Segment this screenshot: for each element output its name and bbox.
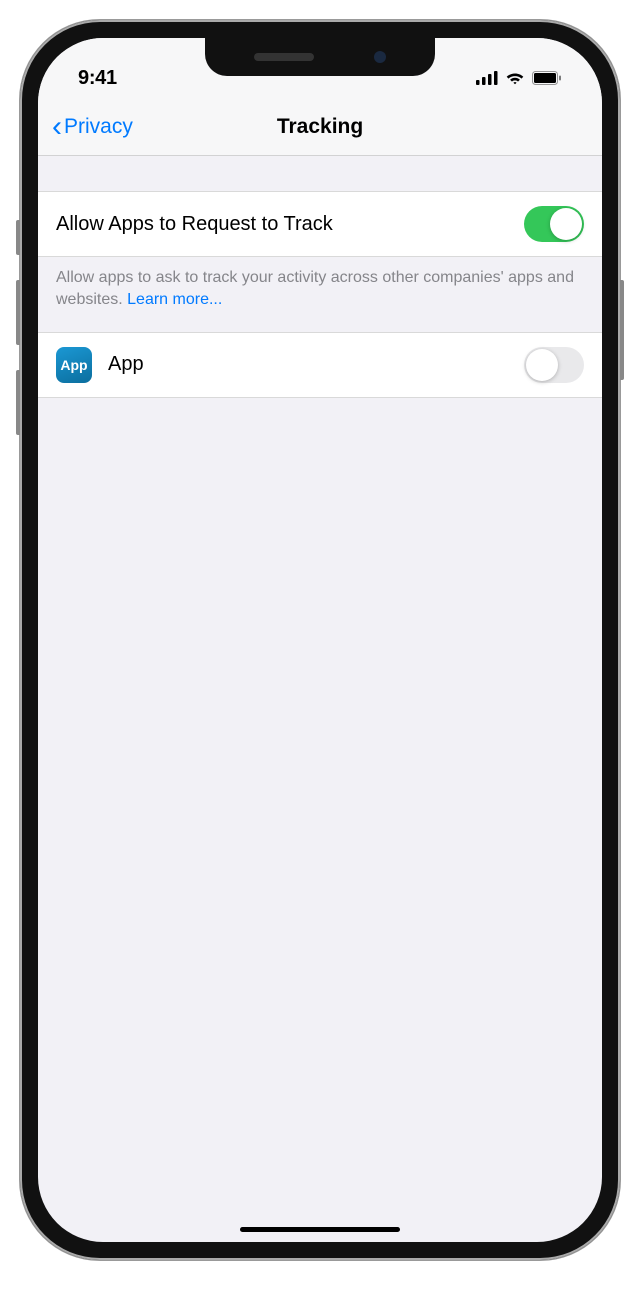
navigation-bar: ‹ Privacy Tracking bbox=[38, 98, 602, 156]
learn-more-link[interactable]: Learn more... bbox=[127, 291, 222, 308]
allow-tracking-toggle[interactable] bbox=[524, 206, 584, 242]
allow-tracking-cell: Allow Apps to Request to Track bbox=[38, 191, 602, 257]
chevron-left-icon: ‹ bbox=[52, 112, 62, 142]
tracking-footer-text: Allow apps to ask to track your activity… bbox=[38, 257, 602, 332]
allow-tracking-label: Allow Apps to Request to Track bbox=[56, 213, 333, 236]
phone-side-buttons-right bbox=[620, 280, 624, 405]
back-button-label: Privacy bbox=[64, 115, 133, 139]
battery-icon bbox=[532, 71, 562, 85]
phone-side-buttons-left bbox=[16, 220, 20, 460]
app-icon: App bbox=[56, 347, 92, 383]
cellular-icon bbox=[476, 71, 498, 85]
phone-notch bbox=[205, 38, 435, 76]
app-name-label: App bbox=[108, 353, 144, 376]
page-title: Tracking bbox=[277, 115, 363, 139]
status-time: 9:41 bbox=[78, 67, 117, 90]
back-button[interactable]: ‹ Privacy bbox=[52, 112, 133, 142]
status-icons bbox=[476, 71, 562, 85]
phone-device-frame: 9:41 ‹ Privacy Tracking Allow Apps to Re… bbox=[20, 20, 620, 1260]
app-tracking-cell: App App bbox=[38, 332, 602, 398]
wifi-icon bbox=[505, 71, 525, 85]
home-indicator[interactable] bbox=[240, 1227, 400, 1232]
phone-screen: 9:41 ‹ Privacy Tracking Allow Apps to Re… bbox=[38, 38, 602, 1242]
app-tracking-toggle[interactable] bbox=[524, 347, 584, 383]
settings-content: Allow Apps to Request to Track Allow app… bbox=[38, 156, 602, 398]
